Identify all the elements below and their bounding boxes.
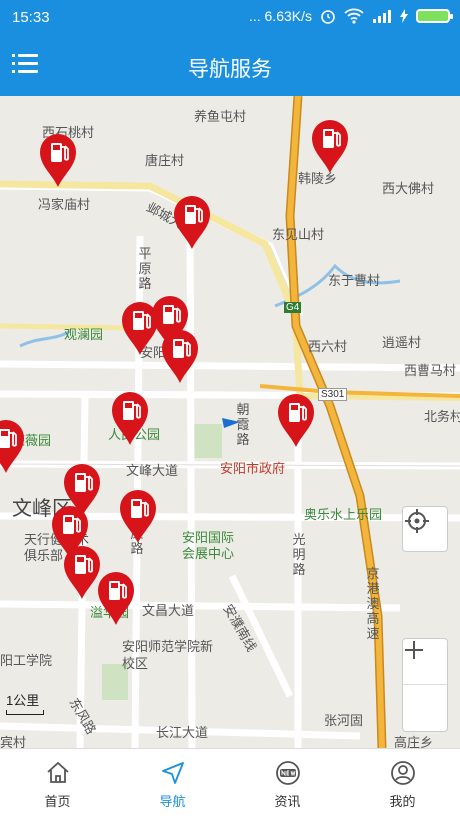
network-speed: ... 6.63K/s <box>248 8 312 24</box>
gas-station-pin[interactable] <box>172 194 212 250</box>
battery-icon <box>416 9 453 23</box>
map-label: 北务村 <box>424 409 460 424</box>
road-label: 朝霞路 <box>236 402 250 447</box>
road-label: 光明路 <box>292 532 306 577</box>
scale-bar: 1公里 <box>6 690 44 715</box>
gas-pump-icon <box>0 420 24 473</box>
gas-pump-icon <box>120 490 156 543</box>
poi-label: 安阳师范学院新校区 <box>122 639 214 671</box>
tab-label: 资讯 <box>274 794 301 809</box>
map-label: 张河固 <box>324 713 364 728</box>
gas-station-pin[interactable] <box>38 132 78 188</box>
gas-station-pin[interactable] <box>118 488 158 544</box>
map-label: 冯家庙村 <box>38 197 91 212</box>
tab-label: 导航 <box>159 794 186 809</box>
map-label: 养鱼屯村 <box>194 109 247 124</box>
bottom-tab-bar: 首页 导航 资讯 我的 <box>0 748 460 818</box>
locate-button[interactable] <box>402 506 448 552</box>
crosshair-icon <box>405 509 429 533</box>
map-label: 西六村 <box>308 339 348 354</box>
gas-station-pin[interactable] <box>110 390 150 446</box>
road-label: 平原路 <box>138 246 152 291</box>
scale-label: 1公里 <box>6 693 40 708</box>
road-label: 文峰大道 <box>126 463 179 478</box>
map-view[interactable]: 养鱼屯村 西石桃村 唐庄村 韩陵乡 西大佛村 冯家庙村 邺城大道 东见山村 平原… <box>0 96 460 748</box>
map-label: 东于曹村 <box>328 273 381 288</box>
gas-station-pin[interactable] <box>96 570 136 626</box>
highway-label: 京港澳高速 <box>366 566 380 641</box>
app-header: 导航服务 <box>0 36 460 96</box>
park-label: 奥乐水上乐园 <box>304 507 383 522</box>
signal-icon <box>373 10 391 23</box>
poi-label: 安阳国际会展中心 <box>182 530 235 561</box>
road-label: 文昌大道 <box>142 603 195 618</box>
gas-pump-icon <box>174 196 210 249</box>
user-icon <box>390 761 415 785</box>
status-time: 15:33 <box>12 9 50 26</box>
map-label: 西曹马村 <box>404 363 457 378</box>
gas-pump-icon <box>40 134 76 187</box>
alarm-icon <box>321 10 335 24</box>
map-label: 高庄乡 <box>394 735 434 748</box>
gas-station-pin[interactable] <box>276 392 316 448</box>
minus-icon <box>405 649 423 651</box>
map-label: 唐庄村 <box>145 153 185 168</box>
gas-pump-icon <box>162 330 198 383</box>
scale-line <box>6 710 44 715</box>
map-label: 宾村 <box>0 735 27 748</box>
gas-station-pin[interactable] <box>160 328 200 384</box>
poi-label: 安阳市政府 <box>220 461 286 476</box>
zoom-out-button[interactable] <box>403 649 447 731</box>
tab-news[interactable]: 资讯 <box>230 749 345 818</box>
charging-icon <box>400 9 408 23</box>
status-bar: 15:33 ... 6.63K/s <box>0 0 460 36</box>
gas-station-pin[interactable] <box>0 418 26 474</box>
tab-label: 首页 <box>44 794 71 809</box>
poi-label: 阳工学院 <box>0 653 53 668</box>
gas-pump-icon <box>98 572 134 625</box>
tab-mine[interactable]: 我的 <box>345 749 460 818</box>
park-label: 观澜园 <box>64 327 104 342</box>
page-title: 导航服务 <box>188 58 272 81</box>
tab-navigation[interactable]: 导航 <box>115 749 230 818</box>
news-icon <box>275 761 300 785</box>
gas-pump-icon <box>312 120 348 173</box>
highway-shield: S301 <box>318 388 348 401</box>
navigation-icon <box>161 762 184 784</box>
map-label: 西大佛村 <box>382 181 435 196</box>
gas-station-pin[interactable] <box>310 118 350 174</box>
home-icon <box>46 761 69 783</box>
highway-shield: G4 <box>284 302 302 313</box>
zoom-control <box>402 638 448 732</box>
gas-pump-icon <box>112 392 148 445</box>
status-right: ... 6.63K/s <box>248 8 453 24</box>
map-label: 东见山村 <box>272 227 325 242</box>
tab-home[interactable]: 首页 <box>0 749 115 818</box>
road-label: 长江大道 <box>156 725 209 740</box>
map-label: 逍遥村 <box>382 335 422 350</box>
wifi-icon <box>344 8 364 24</box>
tab-label: 我的 <box>389 794 416 809</box>
gas-pump-icon <box>278 394 314 447</box>
